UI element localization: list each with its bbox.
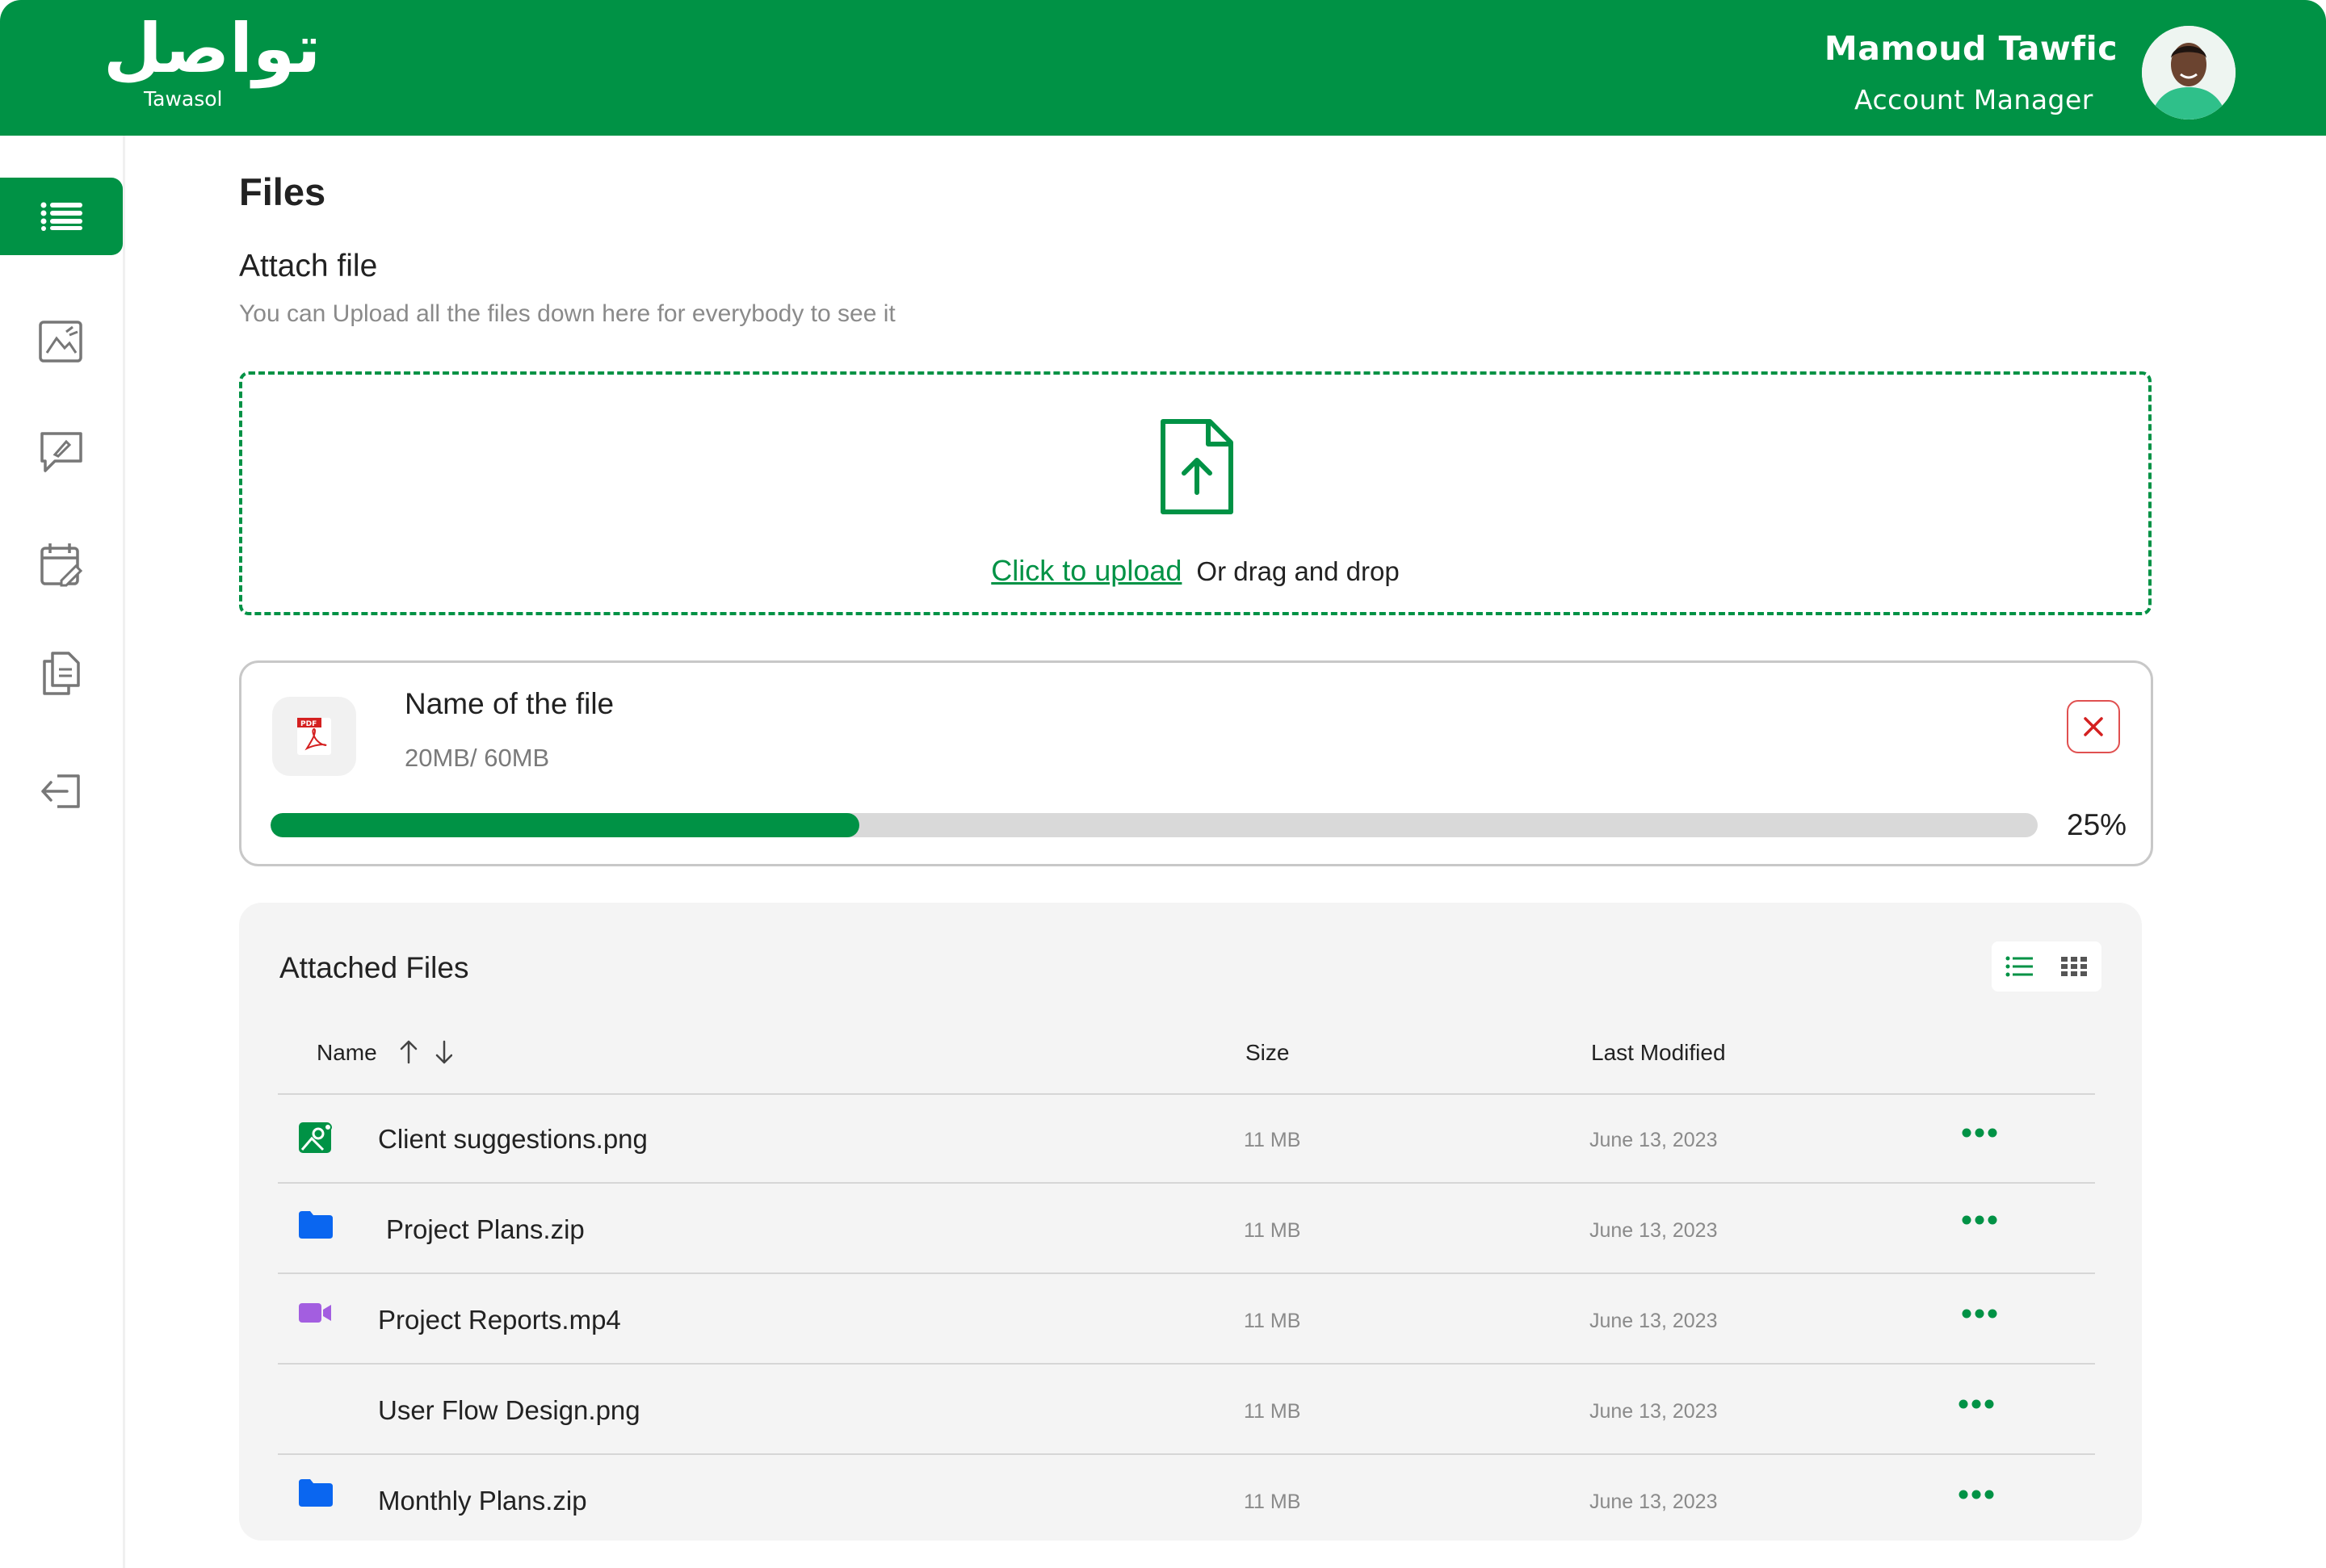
page-title: Files xyxy=(239,170,326,213)
upload-file-name: Name of the file xyxy=(405,687,615,720)
table-row[interactable]: Project Plans.zip 11 MB June 13, 2023 xyxy=(278,1185,2095,1274)
attach-file-title: Attach file xyxy=(239,249,378,283)
view-toggle xyxy=(1992,941,2101,992)
upload-progress-fill xyxy=(271,813,859,837)
sort-ascending-icon[interactable] xyxy=(400,1040,418,1064)
sidebar xyxy=(0,136,125,1568)
column-header-name[interactable]: Name xyxy=(317,1040,377,1066)
table-row[interactable]: Monthly Plans.zip 11 MB June 13, 2023 xyxy=(278,1457,2095,1545)
file-size: 11 MB xyxy=(1244,1310,1301,1332)
user-name: Mamoud Tawfic xyxy=(1824,29,2118,68)
list-view-button[interactable] xyxy=(1992,941,2047,992)
documents-icon xyxy=(43,652,80,695)
grid-view-button[interactable] xyxy=(2047,941,2101,992)
upload-progress-card: PDF Name of the file 20MB/ 60MB 25% xyxy=(239,660,2153,866)
message-edit-icon xyxy=(40,432,82,472)
list-icon xyxy=(40,202,82,231)
file-modified-date: June 13, 2023 xyxy=(1589,1490,1718,1513)
video-icon xyxy=(299,1302,333,1328)
attached-files-panel: Attached Files Name Size Last Modified C… xyxy=(239,903,2142,1541)
more-options-icon[interactable] xyxy=(1961,1308,1998,1323)
click-to-upload-link[interactable]: Click to upload xyxy=(991,554,1182,587)
avatar[interactable] xyxy=(2142,26,2236,119)
grid-view-icon xyxy=(2061,957,2087,976)
file-modified-date: June 13, 2023 xyxy=(1589,1219,1718,1242)
file-name[interactable]: Project Reports.mp4 xyxy=(378,1305,621,1335)
cancel-upload-button[interactable] xyxy=(2067,700,2120,753)
sidebar-item-messages[interactable] xyxy=(0,413,123,491)
attach-file-description: You can Upload all the files down here f… xyxy=(239,300,896,327)
close-icon xyxy=(2084,717,2103,736)
logo-english: Tawasol xyxy=(144,87,223,111)
sidebar-item-list[interactable] xyxy=(0,178,123,255)
file-size: 11 MB xyxy=(1244,1129,1301,1151)
more-options-icon[interactable] xyxy=(1958,1398,1995,1414)
drag-and-drop-label: Or drag and drop xyxy=(1196,556,1400,586)
pdf-icon: PDF xyxy=(272,697,356,776)
file-upload-icon xyxy=(1158,417,1236,521)
logout-icon xyxy=(41,774,80,808)
upload-file-size: 20MB/ 60MB xyxy=(405,744,550,772)
column-header-last-modified[interactable]: Last Modified xyxy=(1591,1040,1726,1066)
sidebar-item-calendar[interactable] xyxy=(0,526,123,604)
sidebar-item-documents[interactable] xyxy=(0,635,123,712)
upload-dropzone[interactable]: Click to upload Or drag and drop xyxy=(239,371,2152,615)
file-modified-date: June 13, 2023 xyxy=(1589,1129,1718,1151)
sort-arrows xyxy=(397,1038,453,1070)
file-modified-date: June 13, 2023 xyxy=(1589,1400,1718,1423)
image-file-icon xyxy=(299,1121,333,1159)
image-edit-icon xyxy=(39,321,82,363)
file-name[interactable]: Monthly Plans.zip xyxy=(378,1486,587,1516)
more-options-icon[interactable] xyxy=(1961,1127,1998,1142)
top-header: تواصل Tawasol Mamoud Tawfic Account Mana… xyxy=(0,0,2326,136)
table-row[interactable]: Client suggestions.png 11 MB June 13, 20… xyxy=(278,1095,2095,1184)
logo-arabic[interactable]: تواصل xyxy=(103,15,321,82)
more-options-icon[interactable] xyxy=(1958,1489,1995,1504)
table-row[interactable]: Project Reports.mp4 11 MB June 13, 2023 xyxy=(278,1276,2095,1365)
svg-text:PDF: PDF xyxy=(300,720,317,728)
upload-progress-percent: 25% xyxy=(2067,808,2127,841)
user-role: Account Manager xyxy=(1854,84,2093,115)
attached-files-title: Attached Files xyxy=(279,951,469,984)
more-options-icon[interactable] xyxy=(1961,1214,1998,1230)
file-size: 11 MB xyxy=(1244,1219,1301,1242)
table-row[interactable]: User Flow Design.png 11 MB June 13, 2023 xyxy=(278,1366,2095,1455)
file-name[interactable]: Client suggestions.png xyxy=(378,1124,648,1155)
file-modified-date: June 13, 2023 xyxy=(1589,1310,1718,1332)
sort-descending-icon[interactable] xyxy=(435,1040,453,1064)
file-name[interactable]: Project Plans.zip xyxy=(386,1214,585,1245)
list-view-icon xyxy=(2005,956,2033,977)
folder-icon xyxy=(299,1479,333,1511)
sidebar-item-logout[interactable] xyxy=(0,753,123,830)
column-header-size[interactable]: Size xyxy=(1245,1040,1289,1066)
file-size: 11 MB xyxy=(1244,1400,1301,1423)
file-name[interactable]: User Flow Design.png xyxy=(378,1395,640,1426)
upload-progress-bar xyxy=(271,813,2038,837)
calendar-edit-icon xyxy=(40,543,83,587)
file-size: 11 MB xyxy=(1244,1490,1301,1513)
sidebar-item-media[interactable] xyxy=(0,304,123,381)
folder-icon xyxy=(299,1211,333,1243)
